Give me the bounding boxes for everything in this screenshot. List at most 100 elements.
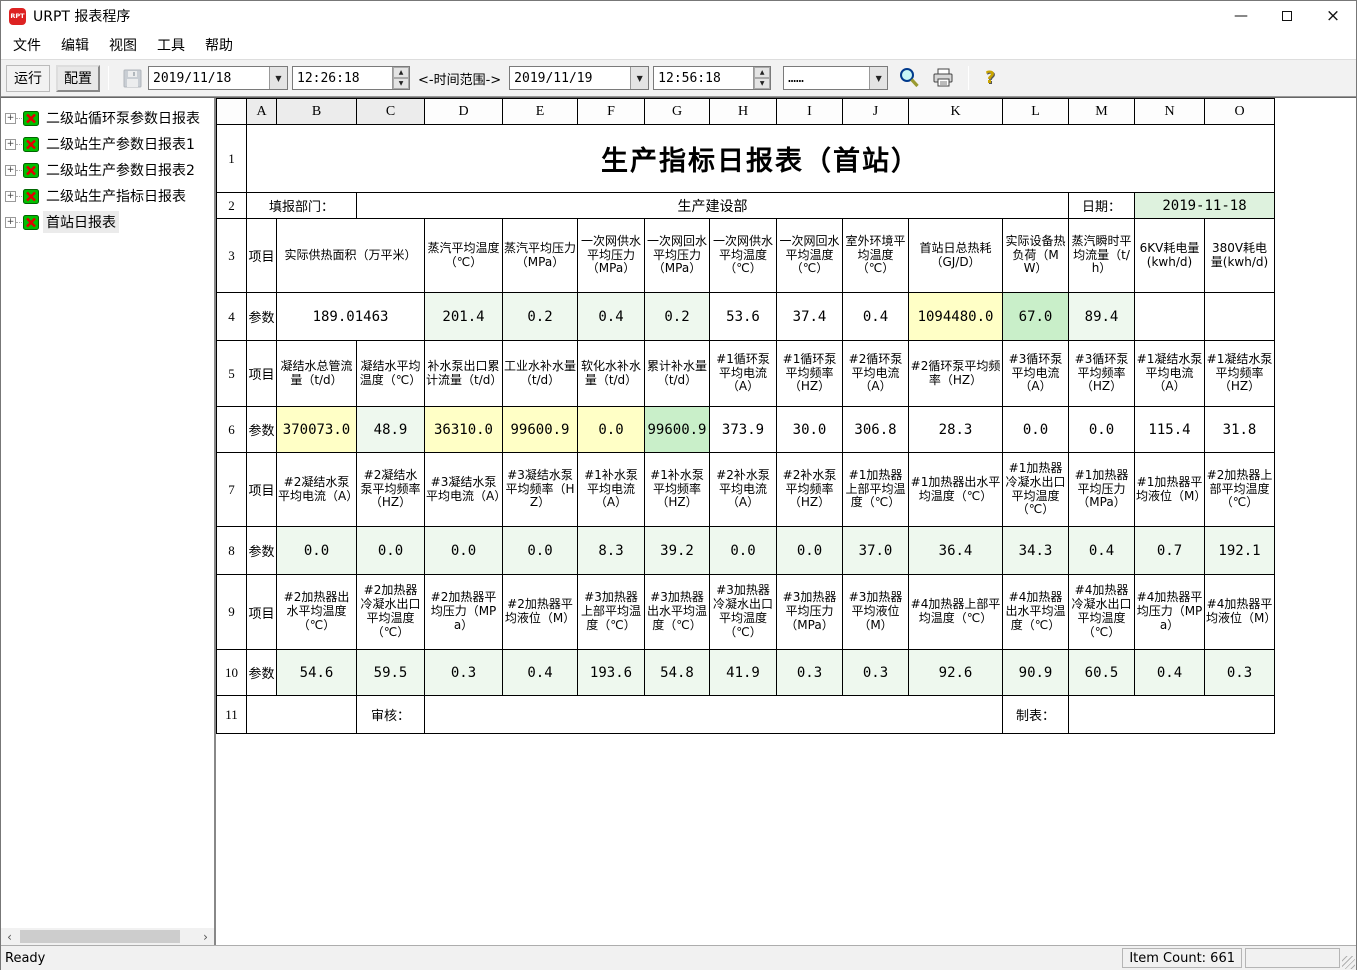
cell[interactable]: 1094480.0 [909, 293, 1003, 341]
cell[interactable]: 0.0 [357, 527, 425, 575]
menu-item[interactable]: 编辑 [51, 32, 99, 58]
cell[interactable]: 0.2 [645, 293, 710, 341]
save-button[interactable] [123, 69, 142, 88]
column-header-I[interactable]: I [777, 99, 843, 125]
cell[interactable]: #2循环泵平均频率（HZ） [909, 341, 1003, 407]
cell[interactable]: 59.5 [357, 650, 425, 696]
row-number[interactable]: 5 [217, 341, 247, 407]
expand-icon[interactable]: + [5, 139, 16, 150]
cell[interactable]: #2补水泵平均电流（A） [710, 453, 777, 527]
cell[interactable]: 0.2 [503, 293, 578, 341]
spin-down-icon[interactable]: ▼ [754, 78, 770, 89]
cell[interactable]: 蒸汽平均温度（℃） [425, 219, 503, 293]
cell[interactable]: #3循环泵平均电流（A） [1003, 341, 1069, 407]
help-button[interactable]: ? [985, 68, 995, 88]
spin-up-icon[interactable]: ▲ [393, 67, 409, 78]
cell[interactable]: 参数 [247, 407, 277, 453]
cell[interactable]: 0.4 [1135, 650, 1205, 696]
cell[interactable]: 一次网回水平均压力（MPa） [645, 219, 710, 293]
cell[interactable]: 0.0 [1069, 407, 1135, 453]
spin-up-icon[interactable]: ▲ [754, 67, 770, 78]
scrollbar-thumb[interactable] [20, 930, 180, 943]
cell[interactable]: 39.2 [645, 527, 710, 575]
cell[interactable]: 373.9 [710, 407, 777, 453]
column-header-D[interactable]: D [425, 99, 503, 125]
cell[interactable]: 37.4 [777, 293, 843, 341]
tree-item[interactable]: +二级站生产参数日报表1 [1, 131, 214, 157]
cell[interactable]: 0.0 [710, 527, 777, 575]
cell[interactable]: 补水泵出口累计流量（t/d） [425, 341, 503, 407]
menu-item[interactable]: 文件 [3, 32, 51, 58]
cell[interactable]: 54.8 [645, 650, 710, 696]
scroll-left-icon[interactable]: ‹ [1, 928, 18, 945]
cell[interactable]: 凝结水平均温度（℃） [357, 341, 425, 407]
chevron-down-icon[interactable]: ▼ [269, 67, 287, 89]
close-button[interactable]: × [1310, 1, 1356, 31]
cell[interactable]: 0.0 [578, 407, 645, 453]
cell[interactable] [1135, 293, 1205, 341]
cell[interactable]: 36310.0 [425, 407, 503, 453]
cell[interactable]: 生产指标日报表（首站） [247, 125, 1275, 193]
cell[interactable] [425, 696, 1003, 734]
cell[interactable]: #4加热器出水平均温度（℃） [1003, 575, 1069, 650]
end-time-spinner[interactable]: 12:56:18 ▲ ▼ [653, 66, 771, 90]
cell[interactable]: 53.6 [710, 293, 777, 341]
cell[interactable]: #1补水泵平均频率（HZ） [645, 453, 710, 527]
row-number[interactable]: 4 [217, 293, 247, 341]
cell[interactable]: 89.4 [1069, 293, 1135, 341]
expand-icon[interactable]: + [5, 113, 16, 124]
sidebar-horizontal-scrollbar[interactable]: ‹ › [1, 928, 214, 945]
cell[interactable]: 一次网供水平均压力（MPa） [578, 219, 645, 293]
cell[interactable]: #3加热器平均压力（MPa） [777, 575, 843, 650]
cell[interactable]: 凝结水总管流量（t/d） [277, 341, 357, 407]
cell[interactable]: #4加热器上部平均温度（℃） [909, 575, 1003, 650]
cell[interactable]: 67.0 [1003, 293, 1069, 341]
cell[interactable]: 28.3 [909, 407, 1003, 453]
menu-item[interactable]: 工具 [147, 32, 195, 58]
maximize-button[interactable] [1264, 1, 1310, 31]
cell[interactable]: 项目 [247, 219, 277, 293]
expand-icon[interactable]: + [5, 191, 16, 202]
cell[interactable]: #1加热器冷凝水出口平均温度（℃） [1003, 453, 1069, 527]
cell[interactable]: 92.6 [909, 650, 1003, 696]
cell[interactable]: 201.4 [425, 293, 503, 341]
cell[interactable]: 99600.9 [645, 407, 710, 453]
column-header-K[interactable]: K [909, 99, 1003, 125]
cell[interactable]: 0.0 [777, 527, 843, 575]
cell[interactable]: 0.0 [277, 527, 357, 575]
row-number[interactable]: 10 [217, 650, 247, 696]
cell[interactable]: #1循环泵平均电流（A） [710, 341, 777, 407]
cell[interactable]: 审核： [357, 696, 425, 734]
cell[interactable]: 306.8 [843, 407, 909, 453]
cell[interactable]: #2加热器出水平均温度（℃） [277, 575, 357, 650]
run-button[interactable]: 运行 [6, 65, 50, 92]
expand-icon[interactable]: + [5, 217, 16, 228]
cell[interactable]: 54.6 [277, 650, 357, 696]
cell[interactable]: 0.3 [1205, 650, 1275, 696]
cell[interactable]: 193.6 [578, 650, 645, 696]
filter-combo[interactable]: …… ▼ [783, 66, 888, 90]
row-number[interactable]: 8 [217, 527, 247, 575]
search-button[interactable] [898, 67, 920, 89]
cell[interactable]: #2凝结水泵平均频率（HZ） [357, 453, 425, 527]
cell[interactable]: 参数 [247, 527, 277, 575]
column-header-L[interactable]: L [1003, 99, 1069, 125]
resize-grip[interactable] [1342, 956, 1355, 969]
cell[interactable]: #1加热器上部平均温度（℃） [843, 453, 909, 527]
cell[interactable]: 首站日总热耗（GJ/D） [909, 219, 1003, 293]
cell[interactable]: 31.8 [1205, 407, 1275, 453]
cell[interactable]: #1加热器平均液位（M） [1135, 453, 1205, 527]
cell[interactable]: 41.9 [710, 650, 777, 696]
cell[interactable]: #2加热器上部平均温度（℃） [1205, 453, 1275, 527]
row-number[interactable]: 7 [217, 453, 247, 527]
cell[interactable]: 一次网供水平均温度（℃） [710, 219, 777, 293]
cell[interactable]: 48.9 [357, 407, 425, 453]
cell[interactable]: 0.4 [503, 650, 578, 696]
cell[interactable]: #1补水泵平均电流（A） [578, 453, 645, 527]
spin-down-icon[interactable]: ▼ [393, 78, 409, 89]
row-number[interactable]: 9 [217, 575, 247, 650]
cell[interactable]: 2019-11-18 [1135, 193, 1275, 219]
start-time-spinner[interactable]: 12:26:18 ▲ ▼ [292, 66, 410, 90]
cell[interactable]: 工业水补水量（t/d） [503, 341, 578, 407]
cell[interactable]: #2加热器平均液位（M） [503, 575, 578, 650]
